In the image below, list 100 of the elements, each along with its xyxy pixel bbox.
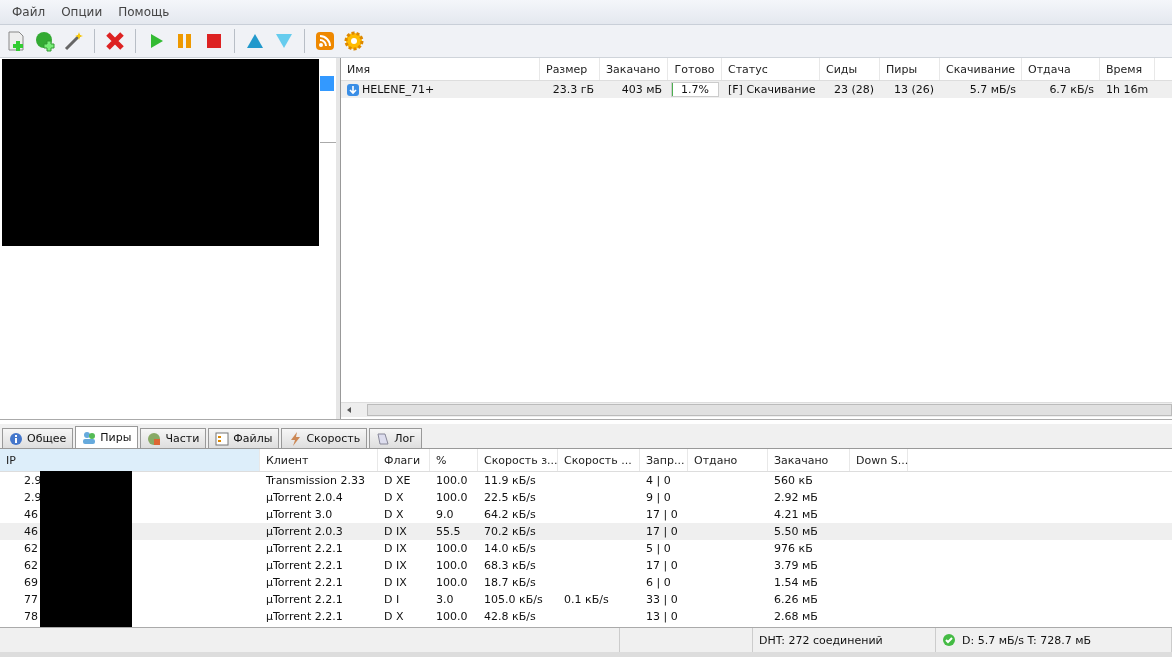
peer-row[interactable]: 62 µTorrent 2.2.1 D IX 100.0 68.3 кБ/s 17 | 0 3.79 мБ bbox=[0, 557, 1172, 574]
peer-row[interactable]: 62 µTorrent 2.2.1 D IX 100.0 14.0 кБ/s 5 | 0 976 кБ bbox=[0, 540, 1172, 557]
users-icon bbox=[82, 430, 97, 445]
table-cell-text: D X bbox=[383, 609, 405, 625]
tab[interactable]: Пиры bbox=[75, 426, 139, 448]
table-cell-text: 100.0 bbox=[435, 575, 469, 591]
table-cell-text: 2.92 мБ bbox=[773, 490, 819, 506]
scroll-left-icon[interactable] bbox=[345, 406, 353, 414]
table-cell-text: 23 (28) bbox=[832, 82, 875, 98]
add-file-icon bbox=[5, 30, 27, 52]
tab[interactable]: Лог bbox=[369, 428, 422, 448]
table-cell: HELENE_71+ bbox=[341, 81, 540, 98]
table-cell-text: 46 bbox=[23, 524, 39, 540]
table-cell-text: 1.54 мБ bbox=[773, 575, 819, 591]
progress-text: 1.7% bbox=[681, 83, 709, 96]
table-cell-text: µTorrent 2.0.4 bbox=[265, 490, 344, 506]
column-header[interactable]: Закачано bbox=[768, 449, 850, 471]
toolbar-button[interactable] bbox=[342, 29, 366, 53]
column-header[interactable]: Статус bbox=[722, 58, 820, 80]
tab[interactable]: Файлы bbox=[208, 428, 280, 448]
table-cell-text: 18.7 кБ/s bbox=[483, 575, 537, 591]
table-cell-text: 0.1 кБ/s bbox=[563, 592, 610, 608]
peer-row[interactable]: 69 µTorrent 2.2.1 D IX 100.0 18.7 кБ/s 6 | 0 1.54 мБ bbox=[0, 574, 1172, 591]
column-header[interactable]: Флаги bbox=[378, 449, 430, 471]
table-cell-text: µTorrent 2.2.1 bbox=[265, 558, 344, 574]
column-header[interactable]: Имя bbox=[341, 58, 540, 80]
column-header[interactable]: IP bbox=[0, 449, 260, 471]
table-cell-text: 68.3 кБ/s bbox=[483, 558, 537, 574]
peer-row[interactable]: 77 µTorrent 2.2.1 D I 3.0 105.0 кБ/s 0.1 кБ/s 33 | 0 6.26 мБ bbox=[0, 591, 1172, 608]
peer-row[interactable]: 78 µTorrent 2.2.1 D X 100.0 42.8 кБ/s 13 | 0 2.68 мБ bbox=[0, 608, 1172, 625]
table-cell-text: 55.5 bbox=[435, 524, 462, 540]
table-cell-text: [F] Скачивание bbox=[727, 82, 817, 98]
table-cell-text: 42.8 кБ/s bbox=[483, 609, 537, 625]
table-cell-text: 100.0 bbox=[435, 558, 469, 574]
column-header[interactable]: Клиент bbox=[260, 449, 378, 471]
table-cell-text: 70.2 кБ/s bbox=[483, 524, 537, 540]
list-icon bbox=[215, 431, 230, 446]
table-cell-text: µTorrent 2.0.3 bbox=[265, 524, 344, 540]
table-cell-text: D IX bbox=[383, 575, 408, 591]
table-cell-text: Transmission 2.33 bbox=[265, 473, 367, 489]
column-header[interactable]: Down S... bbox=[850, 449, 908, 471]
torrent-row[interactable]: HELENE_71+ 23.3 гБ 403 мБ 1.7% [F] Скачивание 23 (28) 13 (26) 5.7 мБ/s 6.7 кБ/s 1h 16m bbox=[341, 81, 1172, 98]
table-cell-text: 5.7 мБ/s bbox=[968, 82, 1017, 98]
table-cell-text: 69 bbox=[23, 575, 39, 591]
table-cell-text: D IX bbox=[383, 524, 408, 540]
table-cell-text: 1h 16m bbox=[1105, 82, 1150, 98]
menu-item[interactable]: Помощь bbox=[110, 5, 178, 19]
table-cell-text: 22.5 кБ/s bbox=[483, 490, 537, 506]
toolbar-button[interactable] bbox=[33, 29, 57, 53]
rss-icon bbox=[314, 30, 336, 52]
table-cell-text: 9.0 bbox=[435, 507, 455, 523]
table-cell-text: D I bbox=[383, 592, 401, 608]
table-cell-text: 403 мБ bbox=[620, 82, 663, 98]
column-header[interactable]: Закачано bbox=[600, 58, 668, 80]
table-cell-text: 100.0 bbox=[435, 473, 469, 489]
column-header[interactable]: Отдано bbox=[688, 449, 768, 471]
pie-icon bbox=[147, 431, 162, 446]
table-cell-text: 11.9 кБ/s bbox=[483, 473, 537, 489]
table-cell-text: 560 кБ bbox=[773, 473, 814, 489]
table-cell-text: 100.0 bbox=[435, 609, 469, 625]
column-header[interactable]: Скорость з... bbox=[478, 449, 558, 471]
tab[interactable]: Части bbox=[140, 428, 207, 448]
table-cell-text: 6 | 0 bbox=[645, 575, 672, 591]
toolbar-button[interactable] bbox=[313, 29, 337, 53]
menu-item[interactable]: Файл bbox=[4, 5, 54, 19]
column-header[interactable]: Скорость ... bbox=[558, 449, 640, 471]
table-cell-text: 62 bbox=[23, 541, 39, 557]
column-header[interactable]: Запр... bbox=[640, 449, 688, 471]
column-header[interactable]: Сиды bbox=[820, 58, 880, 80]
table-cell-text: µTorrent 2.2.1 bbox=[265, 609, 344, 625]
remove-icon bbox=[104, 30, 126, 52]
table-cell-text: 9 | 0 bbox=[645, 490, 672, 506]
table-cell-text: 78 bbox=[23, 609, 39, 625]
add-globe-icon bbox=[34, 30, 56, 52]
table-cell-text: 46 bbox=[23, 507, 39, 523]
column-header[interactable]: Пиры bbox=[880, 58, 940, 80]
peer-row[interactable]: 46 µTorrent 3.0 D X 9.0 64.2 кБ/s 17 | 0 4.21 мБ bbox=[0, 506, 1172, 523]
tab[interactable]: Скорость bbox=[281, 428, 368, 448]
table-cell-text: 17 | 0 bbox=[645, 558, 679, 574]
table-cell-text: 976 кБ bbox=[773, 541, 814, 557]
tab[interactable]: Общее bbox=[2, 428, 74, 448]
table-cell-text: 62 bbox=[23, 558, 39, 574]
table-cell-text: 5.50 мБ bbox=[773, 524, 819, 540]
column-header[interactable]: % bbox=[430, 449, 478, 471]
table-cell-text: 2.68 мБ bbox=[773, 609, 819, 625]
table-cell-text: 100.0 bbox=[435, 490, 469, 506]
peer-row[interactable]: 46 µTorrent 2.0.3 D IX 55.5 70.2 кБ/s 17 | 0 5.50 мБ bbox=[0, 523, 1172, 540]
column-header[interactable]: Скачивание bbox=[940, 58, 1022, 80]
column-header[interactable]: Отдача bbox=[1022, 58, 1100, 80]
table-cell-text: D IX bbox=[383, 541, 408, 557]
column-header[interactable]: Размер bbox=[540, 58, 600, 80]
dht-status: DHT: 272 соединений bbox=[759, 633, 883, 647]
menu-item[interactable]: Опции bbox=[53, 5, 111, 19]
table-cell-text: µTorrent 2.2.1 bbox=[265, 575, 344, 591]
transfer-status: D: 5.7 мБ/s T: 728.7 мБ bbox=[962, 633, 1091, 647]
column-header[interactable]: Готово bbox=[668, 58, 722, 80]
table-cell-text: 17 | 0 bbox=[645, 507, 679, 523]
table-cell-text: 6.7 кБ/s bbox=[1048, 82, 1095, 98]
lightning-icon bbox=[288, 431, 303, 446]
column-header[interactable]: Время bbox=[1100, 58, 1155, 80]
